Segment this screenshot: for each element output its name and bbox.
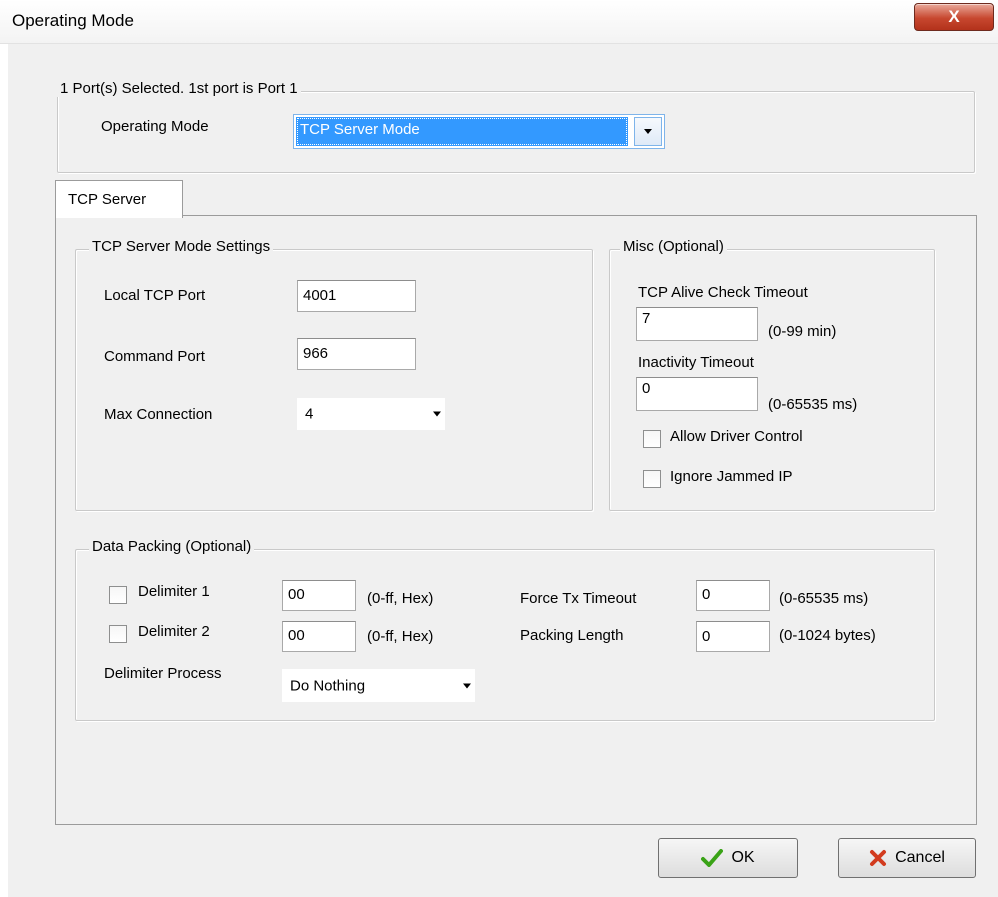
- local-tcp-port-input[interactable]: 4001: [297, 280, 416, 312]
- packing-length-input[interactable]: 0: [696, 621, 770, 652]
- misc-legend: Misc (Optional): [620, 238, 727, 255]
- delimiter2-checkbox[interactable]: [109, 625, 127, 643]
- tab-tcp-server[interactable]: TCP Server: [55, 180, 183, 218]
- data-packing-legend: Data Packing (Optional): [89, 538, 255, 555]
- ok-button[interactable]: OK: [658, 838, 798, 878]
- cancel-x-icon: [870, 850, 887, 866]
- operating-mode-select[interactable]: TCP Server Mode: [293, 114, 665, 149]
- checkmark-icon: [701, 849, 724, 867]
- ignore-jammed-ip-checkbox[interactable]: [643, 470, 661, 488]
- delimiter1-range: (0-ff, Hex): [367, 590, 434, 607]
- packing-length-label: Packing Length: [520, 627, 624, 644]
- delimiter-process-value: Do Nothing: [290, 677, 366, 694]
- chevron-down-icon: [644, 129, 652, 134]
- operating-mode-dialog: Operating Mode X 1 Port(s) Selected. 1st…: [0, 0, 998, 897]
- inactivity-timeout-input[interactable]: 0: [636, 377, 758, 411]
- inactivity-timeout-label: Inactivity Timeout: [638, 354, 754, 371]
- window-title: Operating Mode: [12, 11, 134, 30]
- local-tcp-port-label: Local TCP Port: [104, 287, 206, 304]
- delimiter-process-label: Delimiter Process: [104, 665, 222, 682]
- operating-mode-value: TCP Server Mode: [300, 121, 420, 138]
- ignore-jammed-ip-label: Ignore Jammed IP: [670, 468, 793, 485]
- max-connection-select[interactable]: 4: [297, 398, 445, 430]
- delimiter2-range: (0-ff, Hex): [367, 628, 434, 645]
- force-tx-timeout-input[interactable]: 0: [696, 580, 770, 611]
- close-icon: X: [948, 7, 960, 26]
- cancel-button[interactable]: Cancel: [838, 838, 976, 878]
- max-connection-label: Max Connection: [104, 406, 213, 423]
- allow-driver-control-checkbox[interactable]: [643, 430, 661, 448]
- cancel-label: Cancel: [895, 849, 945, 866]
- tab-tcp-server-label: TCP Server: [68, 191, 147, 208]
- tcp-server-settings-legend: TCP Server Mode Settings: [89, 238, 274, 255]
- close-button[interactable]: X: [914, 3, 994, 31]
- packing-length-range: (0-1024 bytes): [779, 627, 876, 644]
- delimiter1-input[interactable]: 00: [282, 580, 356, 611]
- alive-check-input[interactable]: 7: [636, 307, 758, 341]
- command-port-input[interactable]: 966: [297, 338, 416, 370]
- delimiter1-label: Delimiter 1: [138, 583, 210, 600]
- delimiter2-input[interactable]: 00: [282, 621, 356, 652]
- operating-mode-label: Operating Mode: [101, 118, 209, 135]
- delimiter-process-select[interactable]: Do Nothing: [282, 669, 475, 702]
- port-selection-legend: 1 Port(s) Selected. 1st port is Port 1: [57, 80, 301, 97]
- max-connection-value: 4: [305, 405, 314, 423]
- inactivity-timeout-range: (0-65535 ms): [768, 396, 858, 413]
- delimiter2-label: Delimiter 2: [138, 623, 210, 640]
- force-tx-timeout-range: (0-65535 ms): [779, 590, 869, 607]
- window-left-edge: [0, 44, 8, 897]
- ok-label: OK: [731, 849, 755, 866]
- title-bar: Operating Mode X: [0, 0, 998, 44]
- alive-check-label: TCP Alive Check Timeout: [638, 284, 808, 301]
- chevron-down-icon: [433, 411, 441, 417]
- operating-mode-dropdown-button[interactable]: [634, 117, 662, 146]
- force-tx-timeout-label: Force Tx Timeout: [520, 590, 637, 607]
- chevron-down-icon: [463, 683, 471, 688]
- alive-check-range: (0-99 min): [768, 323, 837, 340]
- allow-driver-control-label: Allow Driver Control: [670, 428, 803, 445]
- command-port-label: Command Port: [104, 348, 205, 365]
- delimiter1-checkbox[interactable]: [109, 586, 127, 604]
